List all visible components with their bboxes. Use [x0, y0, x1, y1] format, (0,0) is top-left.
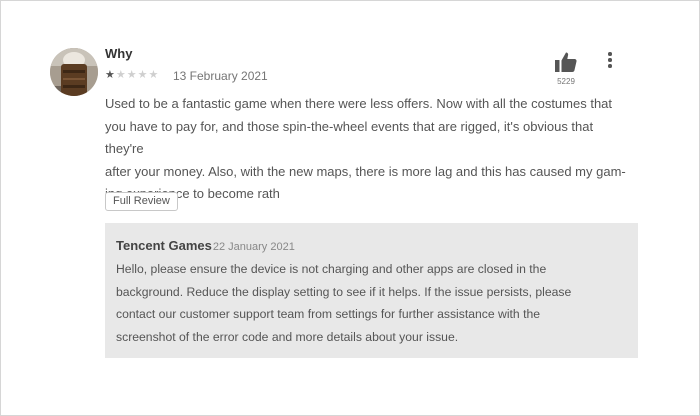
- star-icon: ★: [115, 69, 127, 81]
- star-icon: ★: [137, 69, 149, 81]
- avatar-image: [50, 48, 98, 96]
- reply-date: 22 January 2021: [212, 241, 295, 253]
- review-text-line: after your money. Also, with the new map…: [105, 163, 626, 179]
- reply-text-line: background. Reduce the display setting t…: [116, 284, 572, 299]
- reply-text: Hello, please ensure the device is not c…: [116, 258, 626, 348]
- like-button[interactable]: [553, 51, 579, 78]
- reply-text-line: Hello, please ensure the device is not c…: [116, 262, 547, 276]
- review-text-line: you have to pay for, and those spin-the-…: [105, 118, 594, 157]
- review-date: 13 February 2021: [173, 69, 268, 83]
- full-review-button[interactable]: Full Review: [105, 192, 178, 211]
- star-icon: ★: [105, 69, 116, 81]
- avatar[interactable]: [50, 48, 98, 96]
- more-vert-icon: [602, 52, 618, 68]
- star-rating: ★★★★★: [105, 68, 159, 82]
- reply-text-line: contact our customer support team from s…: [116, 307, 541, 321]
- more-options-button[interactable]: [602, 52, 618, 72]
- reviewer-name: Why: [105, 46, 133, 61]
- thumbs-up-icon: [555, 52, 577, 72]
- like-count: 5229: [557, 77, 575, 86]
- review-text-line: ing experience to become rath: [105, 186, 280, 201]
- star-icon: ★: [148, 69, 160, 81]
- reply-text-line: screenshot of the error code and more de…: [116, 329, 459, 344]
- reply-header: Tencent Games22 January 2021: [116, 237, 295, 255]
- review-card: Why ★★★★★ 13 February 2021 5229 Used to …: [0, 0, 700, 416]
- review-text: Used to be a fantastic game when there w…: [105, 93, 635, 206]
- star-icon: ★: [126, 69, 138, 81]
- review-text-line: Used to be a fantastic game when there w…: [105, 96, 613, 111]
- reply-author: Tencent Games: [116, 238, 212, 253]
- developer-reply: Tencent Games22 January 2021 Hello, plea…: [105, 223, 638, 358]
